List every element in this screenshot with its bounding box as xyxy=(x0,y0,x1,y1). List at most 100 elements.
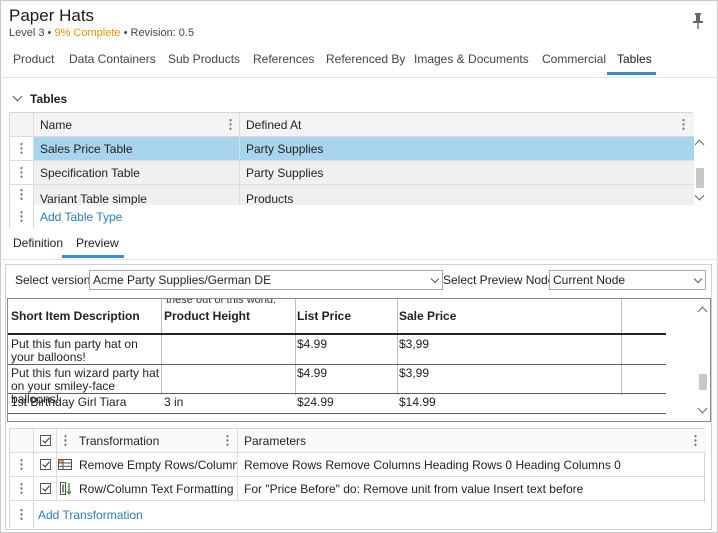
header-rule xyxy=(8,333,666,335)
chevron-down-icon xyxy=(430,274,440,284)
tables-section-header[interactable]: Tables xyxy=(12,91,67,106)
tables-grid-header: Name Defined At xyxy=(10,113,694,137)
tab-sub-products[interactable]: Sub Products xyxy=(168,52,240,66)
transformation-params: Remove Rows Remove Columns Heading Rows … xyxy=(244,458,621,472)
table-name: Sales Price Table xyxy=(35,137,240,160)
tab-images-documents[interactable]: Images & Documents xyxy=(414,52,529,66)
table-name: Specification Table xyxy=(35,161,240,184)
table-row[interactable]: Variant Table simple Products xyxy=(10,185,694,205)
table-row[interactable]: Sales Price Table Party Supplies xyxy=(10,137,694,161)
bullet-1: • xyxy=(47,27,52,39)
preview-node-select[interactable]: Current Node xyxy=(549,270,706,290)
column-menu-icon[interactable] xyxy=(64,434,67,447)
preview-scrollbar[interactable] xyxy=(696,299,710,421)
tab-references[interactable]: References xyxy=(253,52,314,66)
drag-handle-icon[interactable] xyxy=(20,166,23,179)
row-rule xyxy=(8,364,666,365)
add-transformation-link[interactable]: Add Transformation xyxy=(38,508,143,522)
row-check-cell xyxy=(35,453,57,476)
preview-header-list-price: List Price xyxy=(297,309,352,323)
column-menu-icon[interactable] xyxy=(229,118,232,131)
table-rows-icon xyxy=(58,459,72,473)
preview-cell: 1st Birthday Girl Tiara xyxy=(11,395,127,409)
tab-referenced-by[interactable]: Referenced By xyxy=(326,52,405,66)
version-select[interactable]: Acme Party Supplies/German DE xyxy=(89,270,443,290)
transformations-grid-header: Transformation Parameters xyxy=(10,429,706,453)
preview-cell: $4.99 xyxy=(297,337,328,351)
transformation-row[interactable]: Remove Empty Rows/Columns Remove Rows Re… xyxy=(10,453,706,477)
column-header-name[interactable]: Name xyxy=(35,113,240,136)
transformation-name: Remove Empty Rows/Columns xyxy=(74,453,238,476)
preview-cell: $3,99 xyxy=(399,366,430,380)
level-label: Level 3 xyxy=(9,27,45,39)
select-version-label: Select version xyxy=(15,273,91,287)
tab-product[interactable]: Product xyxy=(13,52,54,66)
preview-header-height: Product Height xyxy=(164,309,250,323)
column-header-transformation[interactable]: Transformation xyxy=(74,429,238,452)
transformation-name: Row/Column Text Formatting xyxy=(74,477,238,500)
subtabs-divider xyxy=(0,259,718,260)
col-divider xyxy=(397,299,398,395)
col-divider xyxy=(295,299,296,395)
row-checkbox[interactable] xyxy=(40,459,51,470)
tab-commercial[interactable]: Commercial xyxy=(542,52,606,66)
pin-icon[interactable] xyxy=(692,12,704,30)
scroll-down-icon[interactable] xyxy=(694,190,705,201)
scroll-up-icon[interactable] xyxy=(694,139,705,150)
select-all-checkbox[interactable] xyxy=(40,435,51,446)
column-menu-icon[interactable] xyxy=(694,434,697,447)
select-preview-node-label: Select Preview Node xyxy=(443,273,555,287)
preview-cell: $4.99 xyxy=(297,366,328,380)
drag-handle-icon[interactable] xyxy=(20,482,23,495)
table-name: Variant Table simple xyxy=(35,185,240,205)
transformation-params: For "Price Before" do: Remove unit from … xyxy=(244,482,584,496)
preview-cell: $24.99 xyxy=(297,395,334,409)
table-defined-at: Party Supplies xyxy=(246,142,324,156)
drag-handle-icon[interactable] xyxy=(20,458,23,471)
revision-label: Revision: 0.5 xyxy=(130,27,195,39)
preview-header-description: Short Item Description xyxy=(11,309,140,323)
scroll-down-icon[interactable] xyxy=(697,403,708,414)
column-header-parameters[interactable]: Parameters xyxy=(239,429,706,452)
drag-handle-icon[interactable] xyxy=(20,142,23,155)
preview-cell: $3,99 xyxy=(399,337,430,351)
bullet-2: • xyxy=(123,27,128,39)
row-checkbox[interactable] xyxy=(40,483,51,494)
scroll-up-icon[interactable] xyxy=(697,306,708,317)
version-select-value: Acme Party Supplies/German DE xyxy=(93,273,272,287)
transformation-row[interactable]: Row/Column Text Formatting For "Price Be… xyxy=(10,477,706,501)
preview-node-select-value: Current Node xyxy=(553,273,626,287)
column-menu-icon[interactable] xyxy=(226,434,229,447)
tabs-divider xyxy=(0,77,718,78)
scroll-thumb[interactable] xyxy=(696,168,704,188)
table-defined-at: Products xyxy=(246,192,294,205)
tab-tables[interactable]: Tables xyxy=(617,52,652,66)
status-line: Level 3 • 9% Complete • Revision: 0.5 xyxy=(9,27,194,39)
add-row-handle-cell xyxy=(9,502,34,528)
tab-definition[interactable]: Definition xyxy=(13,236,63,250)
table-row[interactable]: Specification Table Party Supplies xyxy=(10,161,694,185)
check-icon xyxy=(41,459,50,468)
text-format-icon xyxy=(60,482,72,498)
header-check-cell xyxy=(35,429,57,452)
row-check-cell xyxy=(35,477,57,500)
check-icon xyxy=(41,435,50,444)
active-subtab-indicator xyxy=(62,255,124,258)
drag-handle-icon[interactable] xyxy=(20,188,23,201)
check-icon xyxy=(41,483,50,492)
tab-preview[interactable]: Preview xyxy=(76,236,119,250)
add-row-handle-cell xyxy=(9,204,34,228)
tab-data-containers[interactable]: Data Containers xyxy=(69,52,156,66)
chevron-down-icon xyxy=(693,274,703,284)
add-table-type-link[interactable]: Add Table Type xyxy=(40,210,122,224)
tables-scrollbar[interactable] xyxy=(693,136,707,204)
row-rule xyxy=(8,393,666,394)
table-defined-at: Party Supplies xyxy=(246,166,324,180)
scroll-thumb[interactable] xyxy=(699,374,707,390)
column-menu-icon[interactable] xyxy=(682,118,685,131)
active-tab-indicator xyxy=(607,72,656,75)
chevron-down-icon[interactable] xyxy=(12,91,23,102)
column-header-defined-at[interactable]: Defined At xyxy=(241,113,694,136)
table-preview: these out of this world. Short Item Desc… xyxy=(7,298,711,422)
header-handle-cell xyxy=(10,113,34,136)
